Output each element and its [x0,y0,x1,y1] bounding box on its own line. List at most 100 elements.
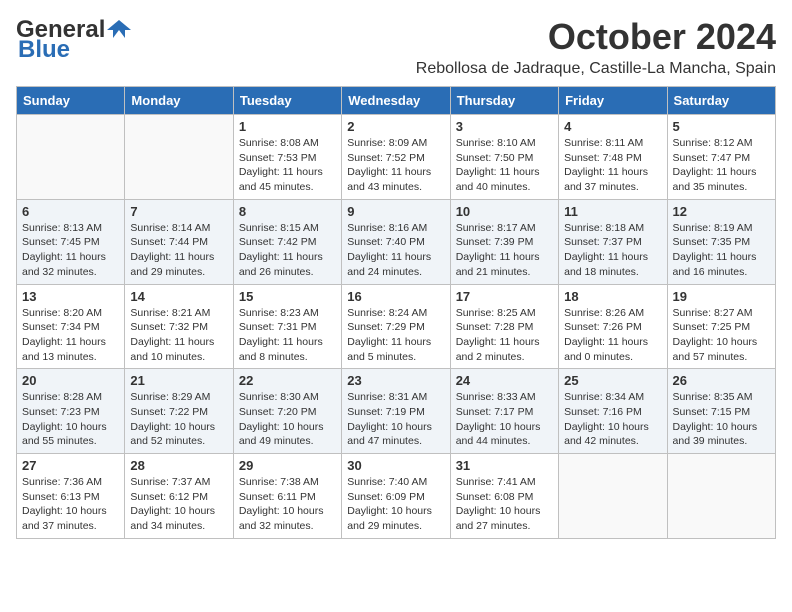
weekday-header-saturday: Saturday [667,87,775,115]
day-text: Sunrise: 8:28 AM Sunset: 7:23 PM Dayligh… [22,390,119,449]
month-title: October 2024 [416,16,776,58]
calendar-week-row: 20 Sunrise: 8:28 AM Sunset: 7:23 PM Dayli… [17,369,776,454]
day-text: Sunrise: 8:09 AM Sunset: 7:52 PM Dayligh… [347,136,444,195]
day-number: 17 [456,289,553,304]
day-number: 21 [130,373,227,388]
day-text: Sunrise: 8:21 AM Sunset: 7:32 PM Dayligh… [130,306,227,365]
calendar-week-row: 13Sunrise: 8:20 AM Sunset: 7:34 PM Dayli… [17,284,776,369]
day-number: 8 [239,204,336,219]
day-text: Sunrise: 7:41 AM Sunset: 6:08 PM Dayligh… [456,475,553,534]
day-number: 30 [347,458,444,473]
day-text: Sunrise: 7:38 AM Sunset: 6:11 PM Dayligh… [239,475,336,534]
day-number: 6 [22,204,119,219]
day-text: Sunrise: 8:29 AM Sunset: 7:22 PM Dayligh… [130,390,227,449]
day-text: Sunrise: 8:30 AM Sunset: 7:20 PM Dayligh… [239,390,336,449]
day-number: 10 [456,204,553,219]
day-text: Sunrise: 8:12 AM Sunset: 7:47 PM Dayligh… [673,136,770,195]
day-number: 22 [239,373,336,388]
weekday-header-monday: Monday [125,87,233,115]
logo: General Blue [16,16,133,64]
calendar-cell: 26 Sunrise: 8:35 AM Sunset: 7:15 PM Dayli… [667,369,775,454]
calendar-cell: 29 Sunrise: 7:38 AM Sunset: 6:11 PM Dayli… [233,454,341,539]
calendar-cell: 20 Sunrise: 8:28 AM Sunset: 7:23 PM Dayli… [17,369,125,454]
calendar-cell: 9 Sunrise: 8:16 AM Sunset: 7:40 PM Daylig… [342,199,450,284]
day-number: 4 [564,119,661,134]
day-text: Sunrise: 7:40 AM Sunset: 6:09 PM Dayligh… [347,475,444,534]
calendar-cell [17,115,125,200]
day-text: Sunrise: 8:27 AM Sunset: 7:25 PM Dayligh… [673,306,770,365]
day-number: 19 [673,289,770,304]
day-text: Sunrise: 8:10 AM Sunset: 7:50 PM Dayligh… [456,136,553,195]
calendar-cell: 4 Sunrise: 8:11 AM Sunset: 7:48 PM Daylig… [559,115,667,200]
day-text: Sunrise: 8:25 AM Sunset: 7:28 PM Dayligh… [456,306,553,365]
calendar-cell: 24 Sunrise: 8:33 AM Sunset: 7:17 PM Dayli… [450,369,558,454]
day-number: 9 [347,204,444,219]
calendar-week-row: 1Sunrise: 8:08 AM Sunset: 7:53 PM Daylig… [17,115,776,200]
title-block: October 2024 Rebollosa de Jadraque, Cast… [416,16,776,78]
day-number: 18 [564,289,661,304]
calendar-cell: 15 Sunrise: 8:23 AM Sunset: 7:31 PM Dayli… [233,284,341,369]
calendar-cell: 10 Sunrise: 8:17 AM Sunset: 7:39 PM Dayli… [450,199,558,284]
day-number: 14 [130,289,227,304]
day-number: 27 [22,458,119,473]
day-text: Sunrise: 8:14 AM Sunset: 7:44 PM Dayligh… [130,221,227,280]
calendar-cell: 1Sunrise: 8:08 AM Sunset: 7:53 PM Daylig… [233,115,341,200]
day-text: Sunrise: 8:20 AM Sunset: 7:34 PM Dayligh… [22,306,119,365]
day-number: 25 [564,373,661,388]
day-text: Sunrise: 8:23 AM Sunset: 7:31 PM Dayligh… [239,306,336,365]
calendar-cell: 2Sunrise: 8:09 AM Sunset: 7:52 PM Daylig… [342,115,450,200]
day-number: 26 [673,373,770,388]
day-text: Sunrise: 8:35 AM Sunset: 7:15 PM Dayligh… [673,390,770,449]
day-number: 23 [347,373,444,388]
calendar-cell: 17 Sunrise: 8:25 AM Sunset: 7:28 PM Dayli… [450,284,558,369]
day-number: 3 [456,119,553,134]
calendar-table: SundayMondayTuesdayWednesdayThursdayFrid… [16,86,776,539]
calendar-week-row: 6 Sunrise: 8:13 AM Sunset: 7:45 PM Daylig… [17,199,776,284]
weekday-header-tuesday: Tuesday [233,87,341,115]
day-number: 24 [456,373,553,388]
calendar-cell: 25 Sunrise: 8:34 AM Sunset: 7:16 PM Dayli… [559,369,667,454]
day-text: Sunrise: 8:19 AM Sunset: 7:35 PM Dayligh… [673,221,770,280]
calendar-cell [667,454,775,539]
day-text: Sunrise: 8:08 AM Sunset: 7:53 PM Dayligh… [239,136,336,195]
day-text: Sunrise: 8:11 AM Sunset: 7:48 PM Dayligh… [564,136,661,195]
calendar-cell: 28Sunrise: 7:37 AM Sunset: 6:12 PM Dayli… [125,454,233,539]
day-text: Sunrise: 8:26 AM Sunset: 7:26 PM Dayligh… [564,306,661,365]
day-text: Sunrise: 8:17 AM Sunset: 7:39 PM Dayligh… [456,221,553,280]
logo-bird-icon [105,16,133,44]
calendar-cell [559,454,667,539]
calendar-cell: 18 Sunrise: 8:26 AM Sunset: 7:26 PM Dayli… [559,284,667,369]
day-text: Sunrise: 8:13 AM Sunset: 7:45 PM Dayligh… [22,221,119,280]
day-number: 12 [673,204,770,219]
calendar-cell: 27 Sunrise: 7:36 AM Sunset: 6:13 PM Dayli… [17,454,125,539]
calendar-cell: 6 Sunrise: 8:13 AM Sunset: 7:45 PM Daylig… [17,199,125,284]
day-text: Sunrise: 8:16 AM Sunset: 7:40 PM Dayligh… [347,221,444,280]
calendar-cell [125,115,233,200]
day-number: 15 [239,289,336,304]
calendar-cell: 5 Sunrise: 8:12 AM Sunset: 7:47 PM Daylig… [667,115,775,200]
calendar-cell: 21 Sunrise: 8:29 AM Sunset: 7:22 PM Dayli… [125,369,233,454]
calendar-cell: 31 Sunrise: 7:41 AM Sunset: 6:08 PM Dayli… [450,454,558,539]
day-text: Sunrise: 7:36 AM Sunset: 6:13 PM Dayligh… [22,475,119,534]
logo-blue: Blue [18,36,70,64]
calendar-cell: 16Sunrise: 8:24 AM Sunset: 7:29 PM Dayli… [342,284,450,369]
calendar-cell: 11Sunrise: 8:18 AM Sunset: 7:37 PM Dayli… [559,199,667,284]
calendar-week-row: 27 Sunrise: 7:36 AM Sunset: 6:13 PM Dayli… [17,454,776,539]
day-number: 20 [22,373,119,388]
calendar-cell: 8Sunrise: 8:15 AM Sunset: 7:42 PM Daylig… [233,199,341,284]
calendar-cell: 13Sunrise: 8:20 AM Sunset: 7:34 PM Dayli… [17,284,125,369]
day-number: 16 [347,289,444,304]
day-number: 7 [130,204,227,219]
weekday-header-sunday: Sunday [17,87,125,115]
weekday-header-thursday: Thursday [450,87,558,115]
day-number: 5 [673,119,770,134]
day-text: Sunrise: 8:33 AM Sunset: 7:17 PM Dayligh… [456,390,553,449]
calendar-cell: 3 Sunrise: 8:10 AM Sunset: 7:50 PM Daylig… [450,115,558,200]
day-text: Sunrise: 8:34 AM Sunset: 7:16 PM Dayligh… [564,390,661,449]
calendar-cell: 19 Sunrise: 8:27 AM Sunset: 7:25 PM Dayli… [667,284,775,369]
location-subtitle: Rebollosa de Jadraque, Castille-La Manch… [416,60,776,78]
day-number: 31 [456,458,553,473]
day-number: 29 [239,458,336,473]
calendar-cell: 14 Sunrise: 8:21 AM Sunset: 7:32 PM Dayli… [125,284,233,369]
calendar-cell: 12 Sunrise: 8:19 AM Sunset: 7:35 PM Dayli… [667,199,775,284]
